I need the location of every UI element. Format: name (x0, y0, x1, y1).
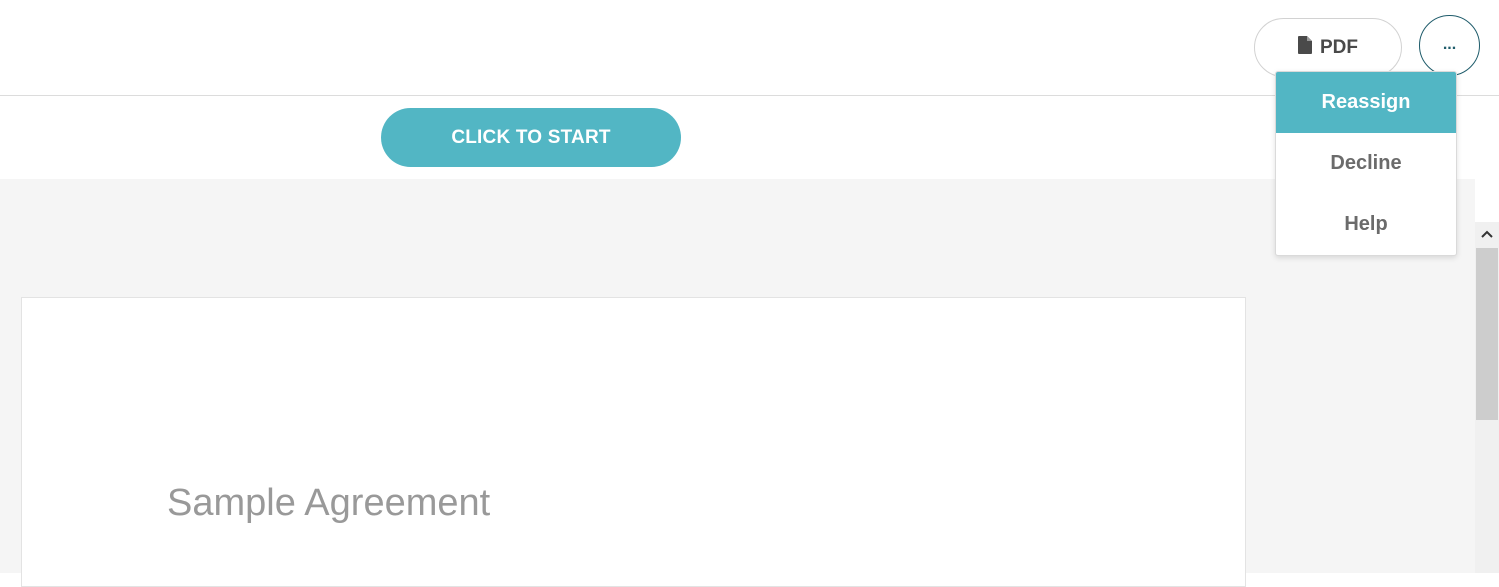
menu-item-decline[interactable]: Decline (1276, 133, 1456, 194)
more-options-button[interactable]: ... (1419, 15, 1480, 76)
scroll-up-button[interactable] (1475, 222, 1499, 246)
more-options-menu: Reassign Decline Help (1275, 71, 1457, 256)
start-button-label: CLICK TO START (451, 126, 611, 148)
document-title: Sample Agreement (167, 482, 491, 524)
file-icon (1298, 36, 1312, 59)
chevron-up-icon (1481, 225, 1493, 243)
pdf-download-button[interactable]: PDF (1254, 18, 1402, 77)
scrollbar[interactable] (1475, 222, 1499, 573)
menu-item-reassign[interactable]: Reassign (1276, 72, 1456, 133)
more-options-label: ... (1442, 35, 1457, 53)
menu-item-help[interactable]: Help (1276, 194, 1456, 255)
document-page: Sample Agreement (21, 297, 1246, 587)
scrollbar-thumb[interactable] (1476, 248, 1498, 420)
pdf-button-label: PDF (1320, 36, 1358, 58)
click-to-start-button[interactable]: CLICK TO START (381, 108, 681, 167)
